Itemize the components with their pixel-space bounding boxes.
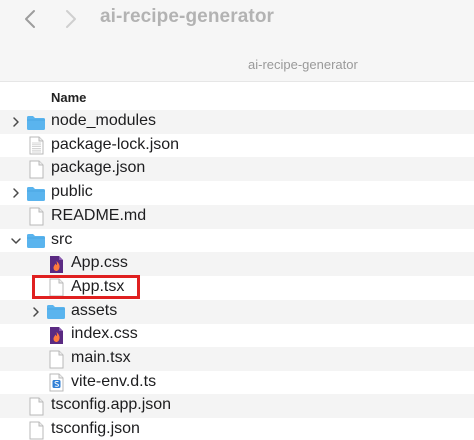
file-name: assets (71, 301, 118, 319)
chevron-right-icon[interactable] (10, 187, 22, 199)
file-name: package.json (51, 159, 146, 177)
file-name: App.css (71, 254, 128, 272)
document-icon (26, 396, 46, 416)
file-row[interactable]: package-lock.json (0, 134, 474, 158)
document-icon (46, 278, 66, 298)
css-file-icon (46, 254, 66, 274)
file-row[interactable]: tsconfig.app.json (0, 394, 474, 419)
file-row[interactable]: assets (0, 299, 474, 324)
finder-window: ai-recipe-generator ai-recipe-generator … (0, 0, 474, 440)
window-title: ai-recipe-generator (100, 6, 275, 27)
file-row[interactable]: vite-env.d.ts (0, 371, 474, 395)
file-row[interactable]: tsconfig.json (0, 418, 474, 440)
text-document-icon (26, 136, 46, 156)
file-row[interactable]: src (0, 229, 474, 253)
forward-button[interactable] (60, 8, 82, 30)
chevron-down-icon[interactable] (10, 235, 22, 247)
file-name: index.css (71, 325, 138, 343)
folder-icon (26, 231, 46, 251)
file-row[interactable]: App.css (0, 252, 474, 277)
typescript-file-icon (46, 373, 66, 393)
file-name: src (51, 230, 73, 248)
path-bar: ai-recipe-generator (0, 48, 474, 82)
file-name: package-lock.json (51, 135, 180, 153)
file-row[interactable]: App.tsx (0, 276, 474, 300)
path-label: ai-recipe-generator (248, 57, 358, 72)
folder-icon (46, 302, 66, 322)
column-header-name[interactable]: Name (51, 90, 86, 105)
file-name: tsconfig.json (51, 420, 140, 438)
file-row[interactable]: node_modules (0, 110, 474, 134)
file-row[interactable]: README.md (0, 204, 474, 229)
chevron-right-icon[interactable] (10, 116, 22, 128)
css-file-icon (46, 325, 66, 345)
chevron-left-icon (25, 10, 35, 28)
document-icon (26, 207, 46, 227)
file-name: public (51, 183, 93, 201)
file-name: main.tsx (71, 349, 131, 366)
file-name: README.md (51, 206, 147, 224)
file-row[interactable]: main.tsx (0, 347, 474, 371)
document-icon (46, 349, 66, 369)
file-name: vite-env.d.ts (71, 372, 157, 390)
back-button[interactable] (19, 8, 41, 30)
file-name: node_modules (51, 112, 156, 129)
chevron-right-icon (66, 10, 76, 28)
document-icon (26, 159, 46, 179)
chevron-right-icon[interactable] (30, 306, 42, 318)
file-row[interactable]: index.css (0, 323, 474, 347)
file-name: App.tsx (71, 277, 125, 295)
folder-icon (26, 112, 46, 132)
document-icon (26, 420, 46, 440)
column-header: Name (0, 82, 474, 110)
file-row[interactable]: package.json (0, 157, 474, 182)
file-name: tsconfig.app.json (51, 396, 172, 414)
file-row[interactable]: public (0, 181, 474, 205)
toolbar: ai-recipe-generator (0, 0, 474, 48)
folder-icon (26, 183, 46, 203)
